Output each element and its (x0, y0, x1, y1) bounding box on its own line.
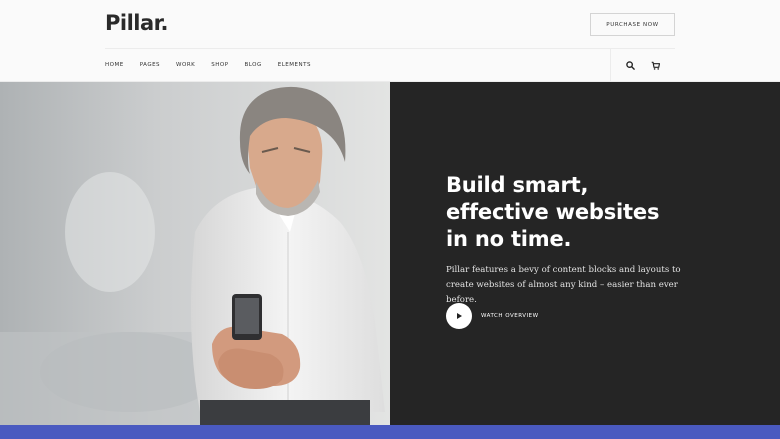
play-icon (457, 313, 462, 319)
play-button[interactable] (446, 303, 472, 329)
nav-divider (610, 49, 611, 82)
headline-line-3: in no time. (446, 227, 572, 251)
hero-content-panel: Build smart, effective websites in no ti… (390, 82, 780, 425)
nav-item-elements[interactable]: ELEMENTS (278, 62, 311, 68)
hero-headline: Build smart, effective websites in no ti… (446, 172, 746, 253)
main-nav: HOME PAGES WORK SHOP BLOG ELEMENTS (105, 62, 327, 68)
logo[interactable]: Pillar. (105, 11, 169, 35)
man-with-phone-illustration (0, 82, 390, 425)
headline-line-2: effective websites (446, 200, 660, 224)
nav-item-shop[interactable]: SHOP (211, 62, 228, 68)
search-icon[interactable] (623, 58, 637, 72)
watch-overview-link[interactable]: WATCH OVERVIEW (481, 313, 539, 319)
hero-subtext: Pillar features a bevy of content blocks… (446, 265, 681, 305)
headline-line-1: Build smart, (446, 173, 589, 197)
nav-item-work[interactable]: WORK (176, 62, 195, 68)
nav-item-blog[interactable]: BLOG (245, 62, 262, 68)
accent-bar (0, 425, 780, 439)
nav-item-pages[interactable]: PAGES (140, 62, 160, 68)
hero-photo (0, 82, 390, 425)
nav-item-home[interactable]: HOME (105, 62, 124, 68)
site-header: Pillar. PURCHASE NOW HOME PAGES WORK SHO… (0, 0, 780, 82)
purchase-now-button[interactable]: PURCHASE NOW (590, 13, 675, 36)
header-divider (105, 48, 675, 49)
cart-icon[interactable] (648, 58, 662, 72)
